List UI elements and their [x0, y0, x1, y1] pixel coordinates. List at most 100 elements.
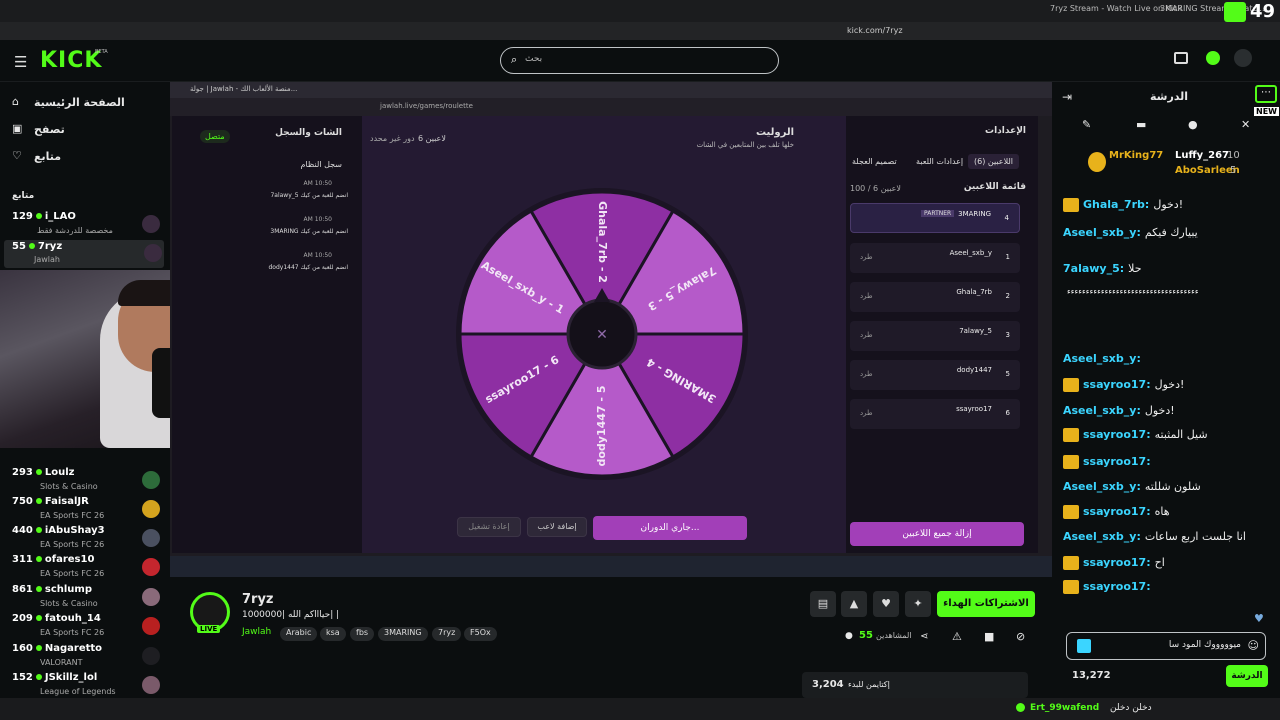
- tag[interactable]: ksa: [320, 627, 346, 641]
- tag[interactable]: fbs: [350, 627, 375, 641]
- chat-message[interactable]: Aseel_sxb_y: شلون شللته: [1063, 480, 1201, 493]
- channel-category: League of Legends: [40, 687, 116, 696]
- chat-message[interactable]: Aseel_sxb_y: انا جلست اربع ساعات: [1063, 530, 1246, 543]
- tab-game-settings[interactable]: إعدادات اللعبة: [916, 157, 963, 166]
- spin-button[interactable]: جاري الدوران...: [593, 516, 747, 540]
- chat-username[interactable]: Aseel_sxb_y:: [1063, 530, 1141, 543]
- sidebar-channel-active[interactable]: 55 7ryz Jawlah: [4, 240, 164, 268]
- nav-home[interactable]: الصفحة الرئيسية: [34, 96, 125, 109]
- user-avatar[interactable]: [1234, 49, 1252, 67]
- theater-mode-icon[interactable]: [1174, 52, 1188, 64]
- gift-icon[interactable]: ■: [984, 630, 994, 643]
- chat-username[interactable]: Aseel_sxb_y:: [1063, 226, 1141, 239]
- chat-message[interactable]: ssayroo17: شيل المثبته: [1063, 428, 1208, 442]
- chat-message[interactable]: Aseel_sxb_y: دخول!: [1063, 404, 1175, 417]
- chat-message[interactable]: ssayroo17: دخول!: [1063, 378, 1184, 392]
- channel-points[interactable]: 13,272: [1072, 670, 1111, 681]
- pin-icon[interactable]: ✎: [1082, 118, 1091, 131]
- player-row[interactable]: dody1447 5 طرد: [850, 360, 1020, 390]
- tag[interactable]: F5Ox: [464, 627, 497, 641]
- emoji-picker-icon[interactable]: ☺: [1248, 639, 1259, 652]
- notification-bell-icon[interactable]: ▲: [841, 591, 867, 617]
- remove-all-players-button[interactable]: إزالة جميع اللاعبين: [850, 522, 1024, 546]
- chat-username[interactable]: Aseel_sxb_y:: [1063, 480, 1141, 493]
- chat-username[interactable]: Aseel_sxb_y:: [1063, 352, 1141, 365]
- chat-message[interactable]: Aseel_sxb_y: يبيارك فيكم: [1063, 226, 1198, 239]
- chat-message[interactable]: ssayroo17:: [1063, 580, 1155, 594]
- chat-username[interactable]: ssayroo17:: [1083, 505, 1151, 518]
- chat-username[interactable]: Aseel_sxb_y:: [1063, 404, 1141, 417]
- chat-message[interactable]: Ghala_7rb: دخول!: [1063, 198, 1183, 212]
- player-row[interactable]: ssayroo17 6 طرد: [850, 399, 1020, 429]
- sidebar-channel[interactable]: 129 i_LAO مخصصة للدردشة فقط: [12, 211, 162, 239]
- report-icon[interactable]: ⚠: [952, 630, 962, 643]
- chat-message[interactable]: ssayroo17: هاه: [1063, 505, 1170, 519]
- kick-button[interactable]: طرد: [860, 370, 873, 378]
- roulette-wheel[interactable]: Ghala_7rb - 27alawy_5 - 33MARING - 4dody…: [452, 188, 752, 488]
- kick-extension-icon[interactable]: [1224, 2, 1246, 22]
- tag[interactable]: 7ryz: [432, 627, 462, 641]
- clip-icon[interactable]: ▤: [810, 591, 836, 617]
- chat-send-button[interactable]: الدرشة: [1226, 665, 1268, 687]
- gifts-card[interactable]: 3,204 إكتايمن للبدء: [802, 672, 1028, 698]
- chat-username[interactable]: Ghala_7rb:: [1083, 198, 1149, 211]
- follow-heart-icon[interactable]: ♥: [873, 591, 899, 617]
- nav-following[interactable]: متابع: [34, 150, 61, 163]
- kick-button[interactable]: طرد: [860, 409, 873, 417]
- tag[interactable]: Arabic: [280, 627, 318, 641]
- chat-text: دخول!: [1153, 198, 1184, 211]
- sidebar-channel[interactable]: 750 FaisalJR EA Sports FC 26: [12, 496, 162, 524]
- nav-browse[interactable]: تصفح: [34, 123, 65, 136]
- url-text[interactable]: kick.com/7ryz: [847, 26, 903, 35]
- chat-message[interactable]: ssayroo17: اح: [1063, 556, 1165, 570]
- chat-message[interactable]: ssayroo17:: [1063, 455, 1155, 469]
- sidebar-channel[interactable]: 440 iAbuShay3 EA Sports FC 26: [12, 525, 162, 553]
- sidebar-channel[interactable]: 209 fatouh_14 EA Sports FC 26: [12, 613, 162, 641]
- kick-coin-icon[interactable]: [1206, 51, 1220, 65]
- chat-message[interactable]: 7alawy_5: حلا: [1063, 262, 1142, 275]
- crown-badge-icon: [1063, 556, 1079, 570]
- kick-button[interactable]: طرد: [860, 253, 873, 261]
- restart-button[interactable]: إعادة تشغيل: [457, 517, 521, 537]
- gift-subscriptions-button[interactable]: الاشتراكات الهداء: [937, 591, 1035, 617]
- chat-message[interactable]: Aseel_sxb_y:: [1063, 352, 1145, 365]
- sidebar-channel[interactable]: 861 schlump Slots & Casino: [12, 584, 162, 612]
- kick-logo[interactable]: KICK: [40, 48, 102, 73]
- chat-bubble-icon[interactable]: ●: [1188, 118, 1198, 131]
- share-icon[interactable]: ⋖: [920, 631, 928, 642]
- hamburger-menu-icon[interactable]: ☰: [14, 53, 27, 71]
- sidebar-channel[interactable]: 160 Nagaretto VALORANT: [12, 643, 162, 671]
- search-input[interactable]: ⌕ بحث: [500, 47, 779, 74]
- channel-viewers: 209: [12, 613, 33, 624]
- add-player-button[interactable]: إضافة لاعب: [527, 517, 587, 537]
- tag[interactable]: 3MARING: [378, 627, 428, 641]
- chat-username[interactable]: ssayroo17:: [1083, 580, 1151, 593]
- player-row[interactable]: Aseel_sxb_y 1 طرد: [850, 243, 1020, 273]
- tab-players[interactable]: اللاعبين (6): [968, 154, 1020, 169]
- kick-button[interactable]: طرد: [860, 292, 873, 300]
- trash-icon[interactable]: ▬: [1136, 118, 1146, 131]
- player-row[interactable]: Ghala_7rb 2 طرد: [850, 282, 1020, 312]
- chat-username[interactable]: ssayroo17:: [1083, 556, 1151, 569]
- sidebar-channel[interactable]: 152 JSkillz_lol League of Legends: [12, 672, 162, 700]
- close-icon[interactable]: ✕: [1241, 118, 1250, 131]
- mute-icon[interactable]: ⊘: [1016, 630, 1025, 643]
- channel-name[interactable]: 7ryz: [242, 592, 274, 607]
- stream-category[interactable]: Jawlah: [242, 627, 271, 637]
- sidebar-channel[interactable]: 311 ofares10 EA Sports FC 26: [12, 554, 162, 582]
- sidebar-channel[interactable]: 293 Loulz Slots & Casino: [12, 467, 162, 495]
- kick-button[interactable]: طرد: [860, 331, 873, 339]
- sparkle-icon[interactable]: ✦: [905, 591, 931, 617]
- chat-username[interactable]: ssayroo17:: [1083, 428, 1151, 441]
- chat-username[interactable]: ssayroo17:: [1083, 455, 1151, 468]
- player-row[interactable]: 7alawy_5 3 طرد: [850, 321, 1020, 351]
- more-options-icon[interactable]: ⋯: [1255, 85, 1277, 103]
- chat-input[interactable]: ميوووووك المود سا ☺: [1066, 632, 1266, 660]
- player-row[interactable]: 3MARING 4 PARTNER: [850, 203, 1020, 233]
- chat-username[interactable]: ssayroo17:: [1083, 378, 1151, 391]
- collapse-chat-icon[interactable]: ⇥: [1062, 90, 1072, 104]
- chat-username[interactable]: 7alawy_5:: [1063, 262, 1124, 275]
- chat-message[interactable]: ءءءءءءءءءءءءءءءءءءءءءءءءءءءءءءءءءءء: [1063, 284, 1199, 297]
- browser-tab[interactable]: 3MARING Stream - Watc...: [1160, 4, 1265, 13]
- tab-wheel-design[interactable]: تصميم العجلة: [852, 157, 897, 166]
